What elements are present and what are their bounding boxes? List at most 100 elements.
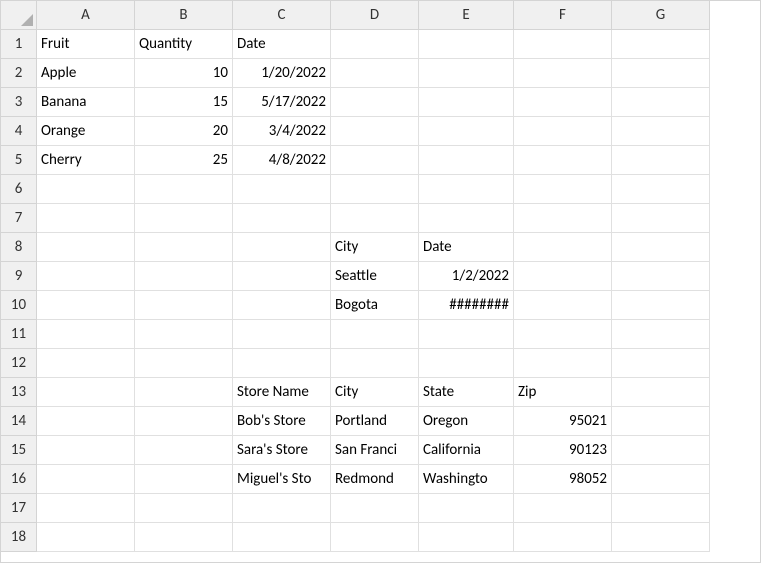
cell-A12[interactable]: [37, 349, 135, 378]
cell-C6[interactable]: [233, 175, 331, 204]
cell-B17[interactable]: [135, 494, 233, 523]
cell-A5[interactable]: Cherry: [37, 146, 135, 175]
cell-C18[interactable]: [233, 523, 331, 552]
cell-G6[interactable]: [612, 175, 710, 204]
cell-F16[interactable]: 98052: [514, 465, 612, 494]
cell-C9[interactable]: [233, 262, 331, 291]
cell-C7[interactable]: [233, 204, 331, 233]
cell-G14[interactable]: [612, 407, 710, 436]
cell-E6[interactable]: [419, 175, 514, 204]
cell-G13[interactable]: [612, 378, 710, 407]
cell-A13[interactable]: [37, 378, 135, 407]
cell-B12[interactable]: [135, 349, 233, 378]
cell-E2[interactable]: [419, 59, 514, 88]
cell-D15[interactable]: San Franci: [331, 436, 419, 465]
cell-E16[interactable]: Washingto: [419, 465, 514, 494]
cell-E7[interactable]: [419, 204, 514, 233]
column-header-C[interactable]: C: [233, 1, 331, 30]
cell-A18[interactable]: [37, 523, 135, 552]
cell-E15[interactable]: California: [419, 436, 514, 465]
cell-B8[interactable]: [135, 233, 233, 262]
cell-B3[interactable]: 15: [135, 88, 233, 117]
row-header-12[interactable]: 12: [1, 349, 37, 378]
column-header-G[interactable]: G: [612, 1, 710, 30]
cell-A10[interactable]: [37, 291, 135, 320]
cell-D14[interactable]: Portland: [331, 407, 419, 436]
cell-F6[interactable]: [514, 175, 612, 204]
cell-D1[interactable]: [331, 30, 419, 59]
cell-B14[interactable]: [135, 407, 233, 436]
cell-G10[interactable]: [612, 291, 710, 320]
row-header-5[interactable]: 5: [1, 146, 37, 175]
cell-C14[interactable]: Bob's Store: [233, 407, 331, 436]
cell-D16[interactable]: Redmond: [331, 465, 419, 494]
cell-F17[interactable]: [514, 494, 612, 523]
row-header-18[interactable]: 18: [1, 523, 37, 552]
cell-G1[interactable]: [612, 30, 710, 59]
cell-D3[interactable]: [331, 88, 419, 117]
column-header-A[interactable]: A: [37, 1, 135, 30]
cell-E9[interactable]: 1/2/2022: [419, 262, 514, 291]
cell-C10[interactable]: [233, 291, 331, 320]
cell-D2[interactable]: [331, 59, 419, 88]
cell-F15[interactable]: 90123: [514, 436, 612, 465]
row-header-10[interactable]: 10: [1, 291, 37, 320]
cell-F11[interactable]: [514, 320, 612, 349]
cell-B18[interactable]: [135, 523, 233, 552]
cell-G18[interactable]: [612, 523, 710, 552]
cell-A16[interactable]: [37, 465, 135, 494]
row-header-1[interactable]: 1: [1, 30, 37, 59]
cell-E13[interactable]: State: [419, 378, 514, 407]
cell-B16[interactable]: [135, 465, 233, 494]
column-header-D[interactable]: D: [331, 1, 419, 30]
cell-F13[interactable]: Zip: [514, 378, 612, 407]
row-header-9[interactable]: 9: [1, 262, 37, 291]
row-header-17[interactable]: 17: [1, 494, 37, 523]
cell-G5[interactable]: [612, 146, 710, 175]
cell-A14[interactable]: [37, 407, 135, 436]
cell-B9[interactable]: [135, 262, 233, 291]
cell-F5[interactable]: [514, 146, 612, 175]
cell-D17[interactable]: [331, 494, 419, 523]
column-header-B[interactable]: B: [135, 1, 233, 30]
cell-D8[interactable]: City: [331, 233, 419, 262]
cell-B13[interactable]: [135, 378, 233, 407]
row-header-13[interactable]: 13: [1, 378, 37, 407]
row-header-16[interactable]: 16: [1, 465, 37, 494]
cell-F7[interactable]: [514, 204, 612, 233]
cell-D4[interactable]: [331, 117, 419, 146]
cell-F10[interactable]: [514, 291, 612, 320]
row-header-3[interactable]: 3: [1, 88, 37, 117]
cell-A15[interactable]: [37, 436, 135, 465]
cell-G3[interactable]: [612, 88, 710, 117]
cell-C17[interactable]: [233, 494, 331, 523]
cell-F14[interactable]: 95021: [514, 407, 612, 436]
cell-E14[interactable]: Oregon: [419, 407, 514, 436]
cell-G16[interactable]: [612, 465, 710, 494]
cell-C13[interactable]: Store Name: [233, 378, 331, 407]
cell-E18[interactable]: [419, 523, 514, 552]
cell-E11[interactable]: [419, 320, 514, 349]
cell-E10[interactable]: ########: [419, 291, 514, 320]
cell-A9[interactable]: [37, 262, 135, 291]
cell-C8[interactable]: [233, 233, 331, 262]
cell-E12[interactable]: [419, 349, 514, 378]
cell-C4[interactable]: 3/4/2022: [233, 117, 331, 146]
cell-F12[interactable]: [514, 349, 612, 378]
cell-D10[interactable]: Bogota: [331, 291, 419, 320]
cell-A7[interactable]: [37, 204, 135, 233]
cell-D12[interactable]: [331, 349, 419, 378]
row-header-14[interactable]: 14: [1, 407, 37, 436]
cell-E3[interactable]: [419, 88, 514, 117]
column-header-F[interactable]: F: [514, 1, 612, 30]
cell-F4[interactable]: [514, 117, 612, 146]
cell-D11[interactable]: [331, 320, 419, 349]
cell-A6[interactable]: [37, 175, 135, 204]
cell-C11[interactable]: [233, 320, 331, 349]
cell-A2[interactable]: Apple: [37, 59, 135, 88]
cell-B7[interactable]: [135, 204, 233, 233]
row-header-7[interactable]: 7: [1, 204, 37, 233]
cell-A17[interactable]: [37, 494, 135, 523]
row-header-15[interactable]: 15: [1, 436, 37, 465]
row-header-6[interactable]: 6: [1, 175, 37, 204]
